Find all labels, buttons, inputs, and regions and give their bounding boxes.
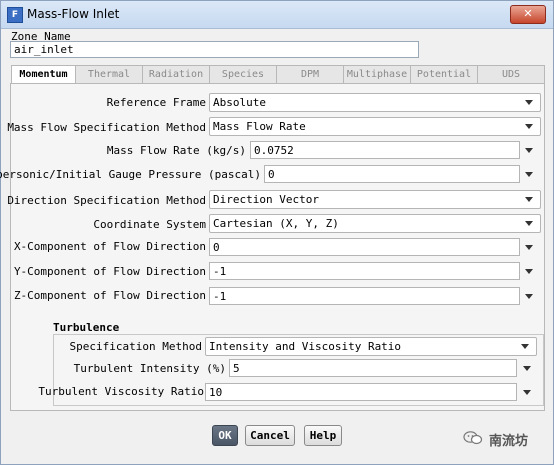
turbulent-intensity-label: Turbulent Intensity (%) bbox=[73, 362, 226, 375]
chevron-down-icon bbox=[525, 124, 533, 129]
gauge-pressure-label: Supersonic/Initial Gauge Pressure (pasca… bbox=[0, 168, 261, 181]
direction-method-value: Direction Vector bbox=[213, 193, 319, 206]
dialog-window: F Mass-Flow Inlet ✕ Zone Name air_inlet … bbox=[0, 0, 554, 465]
profile-dropdown-icon[interactable] bbox=[525, 148, 533, 153]
coordinate-system-label: Coordinate System bbox=[93, 218, 206, 231]
title-bar[interactable]: F Mass-Flow Inlet ✕ bbox=[1, 1, 553, 29]
mass-flow-method-select[interactable]: Mass Flow Rate bbox=[209, 117, 541, 136]
tab-uds[interactable]: UDS bbox=[477, 65, 545, 84]
window-title: Mass-Flow Inlet bbox=[27, 7, 120, 21]
reference-frame-label: Reference Frame bbox=[106, 96, 206, 109]
profile-dropdown-icon[interactable] bbox=[525, 245, 533, 250]
chevron-down-icon bbox=[521, 344, 529, 349]
tab-radiation[interactable]: Radiation bbox=[142, 65, 210, 84]
mass-flow-rate-input[interactable]: 0.0752 bbox=[250, 141, 520, 159]
profile-dropdown-icon[interactable] bbox=[525, 269, 533, 274]
mass-flow-method-value: Mass Flow Rate bbox=[213, 120, 306, 133]
wechat-icon bbox=[463, 431, 483, 445]
cancel-button[interactable]: Cancel bbox=[245, 425, 295, 446]
reference-frame-value: Absolute bbox=[213, 96, 266, 109]
turbulence-method-select[interactable]: Intensity and Viscosity Ratio bbox=[205, 337, 537, 356]
turbulence-method-label: Specification Method bbox=[69, 340, 202, 353]
coordinate-system-value: Cartesian (X, Y, Z) bbox=[213, 217, 339, 230]
zone-name-input[interactable]: air_inlet bbox=[10, 41, 419, 58]
turbulence-method-value: Intensity and Viscosity Ratio bbox=[209, 340, 402, 353]
close-button[interactable]: ✕ bbox=[510, 5, 546, 24]
help-button[interactable]: Help bbox=[304, 425, 342, 446]
profile-dropdown-icon[interactable] bbox=[525, 172, 533, 177]
tab-dpm[interactable]: DPM bbox=[276, 65, 344, 84]
gauge-pressure-input[interactable]: 0 bbox=[264, 165, 520, 183]
tab-thermal[interactable]: Thermal bbox=[75, 65, 143, 84]
coordinate-system-select[interactable]: Cartesian (X, Y, Z) bbox=[209, 214, 541, 233]
profile-dropdown-icon[interactable] bbox=[523, 390, 531, 395]
chevron-down-icon bbox=[525, 100, 533, 105]
turbulence-heading: Turbulence bbox=[53, 321, 120, 334]
viscosity-ratio-input[interactable]: 10 bbox=[205, 383, 517, 401]
chevron-down-icon bbox=[525, 197, 533, 202]
direction-method-label: Direction Specification Method bbox=[7, 194, 206, 207]
fluent-app-icon: F bbox=[7, 7, 23, 23]
turbulent-intensity-input[interactable]: 5 bbox=[229, 359, 517, 377]
z-component-input[interactable]: -1 bbox=[209, 287, 520, 305]
ok-button[interactable]: OK bbox=[212, 425, 238, 446]
z-component-label: Z-Component of Flow Direction bbox=[13, 289, 206, 302]
mass-flow-rate-label: Mass Flow Rate (kg/s) bbox=[106, 144, 246, 157]
tab-multiphase[interactable]: Multiphase bbox=[343, 65, 411, 84]
viscosity-ratio-label: Turbulent Viscosity Ratio bbox=[38, 385, 204, 398]
tab-momentum[interactable]: Momentum bbox=[11, 65, 76, 85]
y-component-input[interactable]: -1 bbox=[209, 262, 520, 280]
x-component-label: X-Component of Flow Direction bbox=[13, 240, 206, 253]
y-component-label: Y-Component of Flow Direction bbox=[13, 265, 206, 278]
tab-species[interactable]: Species bbox=[209, 65, 277, 84]
tab-potential[interactable]: Potential bbox=[410, 65, 478, 84]
chevron-down-icon bbox=[525, 221, 533, 226]
x-component-input[interactable]: 0 bbox=[209, 238, 520, 256]
mass-flow-method-label: Mass Flow Specification Method bbox=[7, 121, 206, 134]
profile-dropdown-icon[interactable] bbox=[525, 294, 533, 299]
direction-method-select[interactable]: Direction Vector bbox=[209, 190, 541, 209]
profile-dropdown-icon[interactable] bbox=[523, 366, 531, 371]
reference-frame-select[interactable]: Absolute bbox=[209, 93, 541, 112]
watermark-text: 南流坊 bbox=[489, 434, 529, 449]
